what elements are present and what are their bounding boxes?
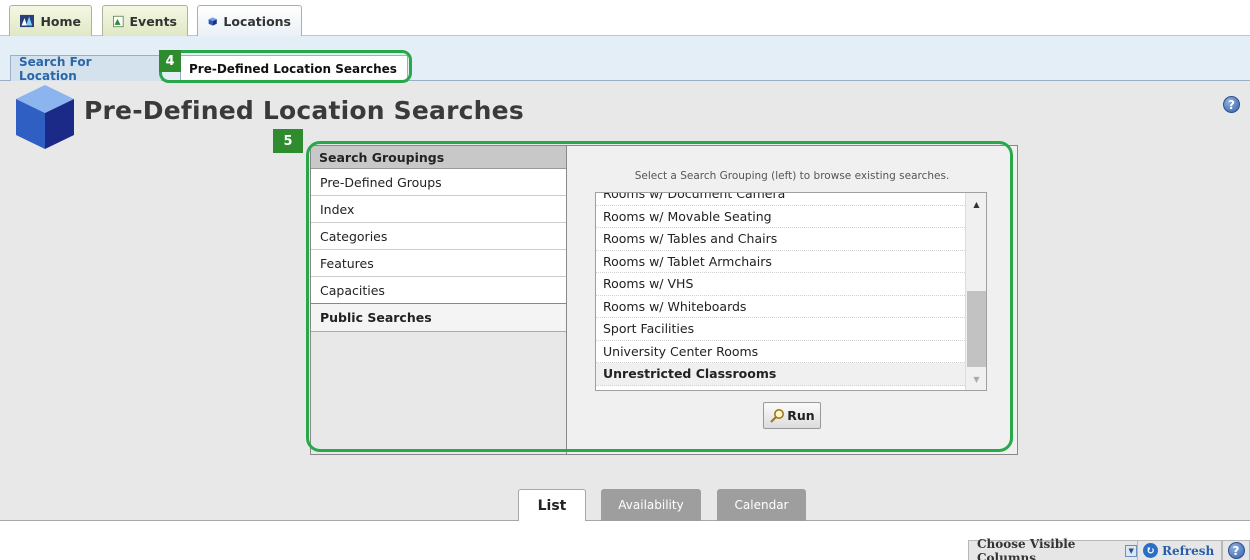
refresh-icon: ↻ [1143,543,1158,558]
home-icon [20,14,35,28]
scrollbar-thumb[interactable] [967,291,986,367]
list-item[interactable]: Rooms w/ Document Camera [596,193,965,206]
refresh-button[interactable]: ↻ Refresh [1138,540,1222,560]
list-item[interactable]: Rooms w/ VHS [596,273,965,296]
tab-pre-defined-location-searches[interactable]: Pre-Defined Location Searches [180,55,408,82]
search-results-panel: Select a Search Grouping (left) to brows… [566,145,1018,455]
tab-search-for-location[interactable]: Search For Location [10,55,162,83]
step-badge-4: 4 [159,50,181,72]
list-item[interactable]: Rooms w/ Tablet Armchairs [596,251,965,273]
tab-home[interactable]: Home [9,5,92,36]
choose-visible-columns-button[interactable]: Choose Visible Columns ▼ [968,537,1138,560]
events-icon [113,15,124,27]
groupings-list: Pre-Defined Groups Index Categories Feat… [311,169,566,304]
grouping-index[interactable]: Index [311,196,566,223]
page-title: Pre-Defined Location Searches [84,96,524,125]
locations-cube-icon [16,85,74,149]
listbox-scrollbar[interactable]: ▲ ▼ [965,193,986,390]
scroll-up-icon[interactable]: ▲ [966,196,986,212]
instruction-text: Select a Search Grouping (left) to brows… [634,170,950,182]
sub-tab-bar: Search For Location Pre-Defined Location… [0,36,1250,83]
tab-locations[interactable]: Locations [197,5,302,37]
list-item[interactable]: University Center Rooms [596,341,965,363]
list-item-selected[interactable]: Unrestricted Classrooms [596,363,965,386]
locations-cube-icon [208,17,217,26]
main-tab-bar: Home Events Locations [0,0,1250,37]
tab-list[interactable]: List [518,489,586,522]
run-button[interactable]: Run [763,402,821,429]
search-groupings-header: Search Groupings [311,146,566,169]
help-icon: ? [1227,542,1245,559]
grouping-public-searches[interactable]: Public Searches [311,304,566,332]
list-item[interactable]: Sport Facilities [596,318,965,341]
list-item[interactable]: Rooms w/ Tables and Chairs [596,228,965,251]
list-item[interactable]: Rooms w/ Whiteboards [596,296,965,318]
search-groupings-panel: Search Groupings Pre-Defined Groups Inde… [310,145,567,455]
saved-searches-listbox[interactable]: Rooms w/ Document Camera Rooms w/ Movabl… [595,192,987,391]
tab-calendar[interactable]: Calendar [717,489,806,521]
help-button[interactable]: ? [1222,540,1250,560]
scroll-down-icon[interactable]: ▼ [966,371,986,387]
bottom-toolbar: Choose Visible Columns ▼ ↻ Refresh ? [0,521,1250,560]
tab-events[interactable]: Events [102,5,188,36]
step-badge-5: 5 [273,129,303,153]
grouping-pre-defined-groups[interactable]: Pre-Defined Groups [311,169,566,196]
grouping-features[interactable]: Features [311,250,566,277]
grouping-categories[interactable]: Categories [311,223,566,250]
magnifier-icon [770,408,785,423]
tab-availability[interactable]: Availability [601,489,701,521]
chevron-down-icon: ▼ [1125,544,1137,557]
list-item[interactable]: Rooms w/ Movable Seating [596,206,965,228]
grouping-capacities[interactable]: Capacities [311,277,566,304]
help-icon[interactable]: ? [1223,96,1240,113]
